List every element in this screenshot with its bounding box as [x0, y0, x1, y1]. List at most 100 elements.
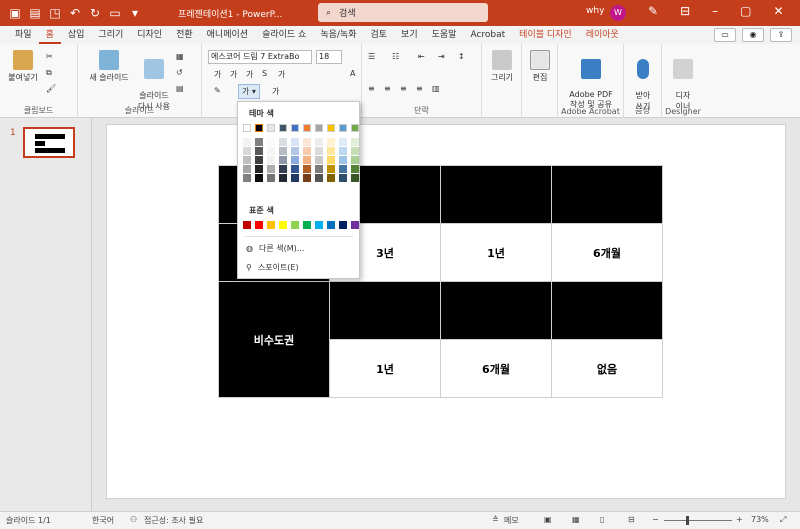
font-name-combo[interactable]: 에스코어 드림 7 ExtraBo — [208, 50, 312, 64]
user-name[interactable]: why — [586, 6, 604, 16]
fit-slide-icon[interactable]: ⤢ — [780, 515, 786, 525]
color-swatch[interactable] — [243, 156, 251, 164]
color-swatch[interactable] — [303, 124, 311, 132]
color-swatch[interactable] — [267, 147, 275, 155]
shadow-icon[interactable]: S — [262, 69, 267, 78]
table-cell[interactable]: 6개월 — [551, 223, 663, 282]
numbering-icon[interactable]: ☷ — [392, 52, 399, 61]
color-swatch[interactable] — [303, 147, 311, 155]
tab-file[interactable]: 파일 — [8, 26, 39, 44]
color-swatch[interactable] — [351, 221, 359, 229]
increase-indent-icon[interactable]: ⇥ — [438, 52, 445, 61]
avatar[interactable]: W — [610, 5, 626, 21]
color-swatch[interactable] — [291, 174, 299, 182]
color-swatch[interactable] — [351, 156, 359, 164]
paste-button[interactable]: 붙여넣기 — [6, 50, 40, 83]
slide-thumbnail[interactable] — [23, 127, 75, 158]
zoom-level[interactable]: 73% — [751, 515, 769, 524]
tab-record[interactable]: 녹음/녹화 — [313, 26, 363, 44]
color-swatch[interactable] — [315, 138, 323, 146]
table-cell[interactable] — [440, 165, 552, 224]
color-swatch[interactable] — [315, 124, 323, 132]
justify-icon[interactable]: ≡ — [416, 84, 423, 93]
slideshow-icon[interactable]: ⊟ — [628, 515, 635, 524]
color-swatch[interactable] — [315, 147, 323, 155]
color-swatch[interactable] — [255, 124, 263, 132]
color-swatch[interactable] — [267, 124, 275, 132]
eyedropper-item[interactable]: ⚲ 스포이트(E) — [246, 262, 299, 273]
table-cell[interactable] — [440, 281, 552, 340]
presenter-icon[interactable]: ▭ — [108, 7, 122, 19]
color-swatch[interactable] — [315, 174, 323, 182]
color-swatch[interactable] — [351, 147, 359, 155]
color-swatch[interactable] — [327, 138, 335, 146]
comments-button[interactable]: ▭ — [714, 28, 736, 42]
font-size-combo[interactable]: 18 — [316, 50, 342, 64]
save-icon[interactable]: ▤ — [28, 7, 42, 19]
language-indicator[interactable]: 한국어 — [92, 515, 114, 526]
color-swatch[interactable] — [327, 124, 335, 132]
char-spacing-icon[interactable]: 가 — [272, 86, 279, 97]
layout-icon[interactable]: ▦ — [176, 52, 184, 61]
color-swatch[interactable] — [267, 165, 275, 173]
bold-icon[interactable]: 가 — [214, 69, 221, 80]
color-swatch[interactable] — [291, 156, 299, 164]
color-swatch[interactable] — [339, 156, 347, 164]
color-swatch[interactable] — [327, 174, 335, 182]
clear-format-icon[interactable]: A — [350, 69, 355, 78]
color-swatch[interactable] — [351, 124, 359, 132]
zoom-slider[interactable] — [664, 520, 732, 521]
line-spacing-icon[interactable]: ↕ — [458, 52, 465, 61]
slide-canvas[interactable]: 3년 1년 6개월 비수도권 1년 6개월 없음 — [106, 124, 786, 499]
editing-button[interactable]: 편집 — [526, 50, 554, 83]
customize-qat-icon[interactable]: ▾ — [128, 7, 142, 19]
color-swatch[interactable] — [243, 221, 251, 229]
color-swatch[interactable] — [279, 174, 287, 182]
accessibility-status[interactable]: 접근성: 조사 필요 — [144, 515, 203, 526]
save-as-icon[interactable]: ◳ — [48, 7, 62, 19]
color-swatch[interactable] — [243, 165, 251, 173]
close-icon[interactable]: ✕ — [773, 4, 783, 18]
table-cell[interactable] — [329, 281, 441, 340]
tab-table-design[interactable]: 테이블 디자인 — [512, 26, 579, 44]
align-center-icon[interactable]: ≡ — [384, 84, 391, 93]
table-cell[interactable] — [551, 281, 663, 340]
italic-icon[interactable]: 가 — [230, 69, 237, 80]
tab-review[interactable]: 검토 — [363, 26, 394, 44]
font-color-button[interactable]: 가 ▾ — [238, 84, 260, 99]
color-swatch[interactable] — [279, 138, 287, 146]
table-cell[interactable]: 비수도권 — [218, 281, 330, 398]
color-swatch[interactable] — [243, 138, 251, 146]
notes-button[interactable]: 메모 — [504, 515, 519, 526]
tab-design[interactable]: 디자인 — [130, 26, 169, 44]
share-button[interactable]: ⇪ — [770, 28, 792, 42]
color-swatch[interactable] — [339, 174, 347, 182]
drawing-button[interactable]: 그리기 — [486, 50, 518, 83]
zoom-slider-thumb[interactable] — [686, 516, 689, 525]
color-swatch[interactable] — [351, 165, 359, 173]
table-cell[interactable]: 없음 — [551, 339, 663, 398]
color-swatch[interactable] — [267, 138, 275, 146]
color-swatch[interactable] — [255, 156, 263, 164]
color-swatch[interactable] — [315, 156, 323, 164]
color-swatch[interactable] — [279, 124, 287, 132]
color-swatch[interactable] — [339, 147, 347, 155]
color-swatch[interactable] — [291, 221, 299, 229]
color-swatch[interactable] — [255, 165, 263, 173]
table-cell[interactable]: 6개월 — [440, 339, 552, 398]
color-swatch[interactable] — [255, 174, 263, 182]
color-swatch[interactable] — [339, 165, 347, 173]
color-swatch[interactable] — [303, 138, 311, 146]
tab-animations[interactable]: 애니메이션 — [200, 26, 255, 44]
create-pdf-button[interactable]: Adobe PDF 작성 및 공유 — [562, 50, 620, 110]
color-swatch[interactable] — [351, 174, 359, 182]
color-swatch[interactable] — [339, 138, 347, 146]
highlight-icon[interactable]: ✎ — [214, 86, 221, 95]
color-swatch[interactable] — [255, 138, 263, 146]
tab-insert[interactable]: 삽입 — [61, 26, 92, 44]
color-swatch[interactable] — [279, 147, 287, 155]
cut-icon[interactable]: ✂ — [46, 52, 53, 61]
columns-icon[interactable]: ▥ — [432, 84, 440, 93]
color-swatch[interactable] — [303, 165, 311, 173]
section-icon[interactable]: ▤ — [176, 84, 184, 93]
